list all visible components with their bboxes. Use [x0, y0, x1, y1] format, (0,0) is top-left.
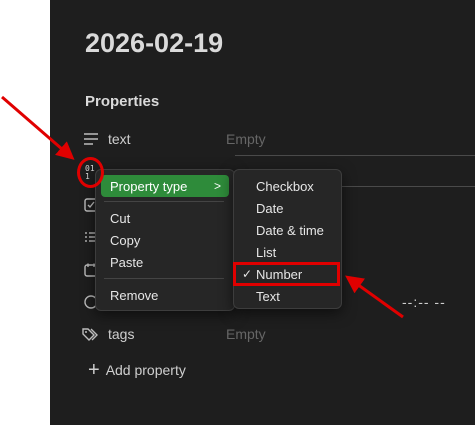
menu-item-remove[interactable]: Remove [101, 284, 229, 306]
property-type-submenu: Checkbox Date Date & time List ✓ Number … [233, 169, 342, 309]
type-option-checkbox[interactable]: Checkbox [239, 175, 336, 197]
add-property-label: Add property [105, 362, 186, 378]
type-option-date[interactable]: Date [239, 197, 336, 219]
menu-item-cut[interactable]: Cut [101, 207, 229, 229]
checkmark-icon: ✓ [242, 267, 253, 281]
property-value[interactable]: Empty [226, 131, 266, 147]
type-option-list[interactable]: List [239, 241, 336, 263]
menu-item-copy[interactable]: Copy [101, 229, 229, 251]
type-option-label: List [256, 244, 277, 260]
type-option-text[interactable]: Text [239, 285, 336, 307]
svg-text:1: 1 [85, 172, 90, 181]
text-lines-icon[interactable] [80, 128, 102, 150]
plus-icon: + [88, 359, 100, 381]
type-option-label: Number [256, 266, 303, 282]
menu-item-label: Property type [110, 178, 188, 194]
type-option-date-time[interactable]: Date & time [239, 219, 336, 241]
time-value[interactable]: --:-- -- [402, 294, 446, 310]
menu-item-paste[interactable]: Paste [101, 251, 229, 273]
divider [235, 155, 475, 156]
add-property-button[interactable]: + Add property [88, 359, 186, 381]
menu-item-property-type[interactable]: Property type > [101, 175, 229, 197]
menu-item-label: Cut [110, 210, 131, 226]
menu-item-label: Remove [110, 287, 159, 303]
tag-icon[interactable] [80, 323, 102, 345]
property-row-text[interactable]: text Empty [80, 125, 475, 153]
type-option-label: Date [256, 200, 284, 216]
chevron-right-icon: > [213, 179, 221, 193]
menu-item-label: Copy [110, 232, 141, 248]
page-title[interactable]: 2026-02-19 [85, 28, 223, 59]
menu-separator [104, 278, 224, 279]
type-option-number[interactable]: ✓ Number [239, 263, 336, 285]
menu-separator [104, 201, 224, 202]
menu-item-label: Paste [110, 254, 144, 270]
type-option-label: Checkbox [256, 178, 314, 194]
property-name[interactable]: text [108, 131, 226, 147]
type-option-label: Date & time [256, 222, 324, 238]
property-value[interactable]: Empty [226, 326, 266, 342]
properties-heading[interactable]: Properties [85, 93, 159, 110]
context-menu: Property type > Cut Copy Paste Remove [95, 169, 235, 311]
property-name[interactable]: tags [108, 326, 226, 342]
property-row-tags[interactable]: tags Empty [80, 320, 475, 348]
type-option-label: Text [256, 288, 280, 304]
